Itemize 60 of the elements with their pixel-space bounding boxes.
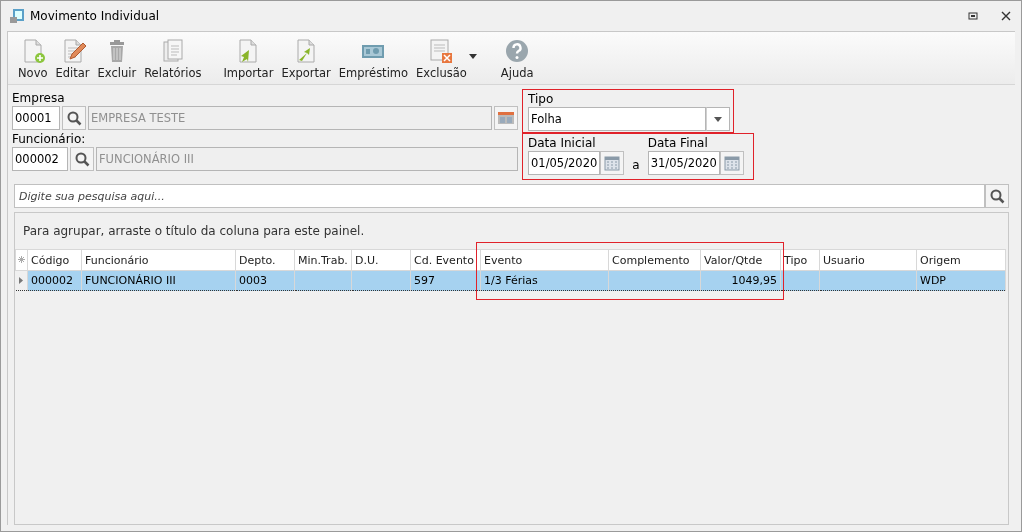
asterisk-icon <box>18 256 25 263</box>
date-field[interactable]: 31/05/2020 <box>647 151 720 175</box>
toolbar-button[interactable]: Editar <box>51 38 94 80</box>
field-label: Funcionário: <box>12 132 87 147</box>
column-header[interactable]: Min.Trab. <box>294 249 352 271</box>
toolbar-button[interactable]: Exclusão <box>412 38 471 80</box>
name-field: EMPRESA TESTE <box>88 106 492 130</box>
table-button[interactable] <box>494 106 518 130</box>
column-header[interactable]: Valor/Qtde <box>700 249 781 271</box>
column-header[interactable]: Cd. Evento <box>410 249 481 271</box>
name-field: FUNCIONÁRIO III <box>96 147 518 171</box>
dropdown-button[interactable] <box>706 107 730 131</box>
column-header[interactable]: Usuario <box>819 249 917 271</box>
group-hint: Para agrupar, arraste o título da coluna para este painel. <box>22 223 366 240</box>
calendar-icon <box>604 155 621 171</box>
code-field[interactable]: 00001 <box>12 106 60 130</box>
column-header[interactable]: Funcionário <box>81 249 236 271</box>
toolbar-button[interactable]: Novo <box>14 38 52 80</box>
restore-icon[interactable] <box>966 9 980 23</box>
column-header[interactable]: Tipo <box>780 249 820 271</box>
column-header[interactable]: D.U. <box>351 249 411 271</box>
column-header[interactable]: Depto. <box>235 249 295 271</box>
search-icon <box>66 110 82 126</box>
window-title: Movimento Individual <box>30 9 161 23</box>
date-field[interactable]: 01/05/2020 <box>528 151 601 175</box>
caret-icon <box>714 116 722 122</box>
search-icon <box>989 188 1005 204</box>
toolbar-button[interactable]: Excluir <box>93 38 141 80</box>
field-label: Tipo <box>528 92 555 107</box>
code-field[interactable]: 000002 <box>12 147 68 171</box>
search-button[interactable] <box>70 147 94 171</box>
app-icon <box>9 8 25 24</box>
help-icon <box>504 38 531 64</box>
column-header[interactable]: Complemento <box>608 249 701 271</box>
search-button[interactable] <box>62 106 86 130</box>
document-cross-icon <box>428 38 455 64</box>
toolbar-button[interactable]: Empréstimo <box>334 38 413 80</box>
field-label: Data Final <box>647 136 709 151</box>
calendar-button[interactable] <box>719 151 744 175</box>
toolbar-button[interactable]: Ajuda <box>496 38 538 80</box>
column-header[interactable]: Origem <box>916 249 1006 271</box>
toolbar-button[interactable]: Relatórios <box>140 38 206 80</box>
row-pointer-icon <box>19 277 24 284</box>
search-field[interactable]: Digite sua pesquisa aqui... <box>14 184 985 208</box>
toolbar-button[interactable]: Exportar <box>277 38 335 80</box>
type-dropdown[interactable]: Folha <box>528 107 706 131</box>
column-header[interactable]: Código <box>27 249 82 271</box>
range-separator: a <box>632 158 640 174</box>
calendar-icon <box>723 155 740 171</box>
search-button[interactable] <box>985 184 1009 208</box>
toolbar-button[interactable]: Importar <box>219 38 278 80</box>
field-label: Empresa <box>12 91 66 106</box>
table-icon <box>498 111 514 125</box>
menu-button[interactable] <box>466 53 479 59</box>
search-icon <box>74 151 90 167</box>
calendar-button[interactable] <box>600 151 625 175</box>
column-header[interactable]: Evento <box>480 249 609 271</box>
caret-icon <box>468 53 477 59</box>
close-icon[interactable] <box>999 9 1013 23</box>
field-label: Data Inicial <box>528 136 597 151</box>
